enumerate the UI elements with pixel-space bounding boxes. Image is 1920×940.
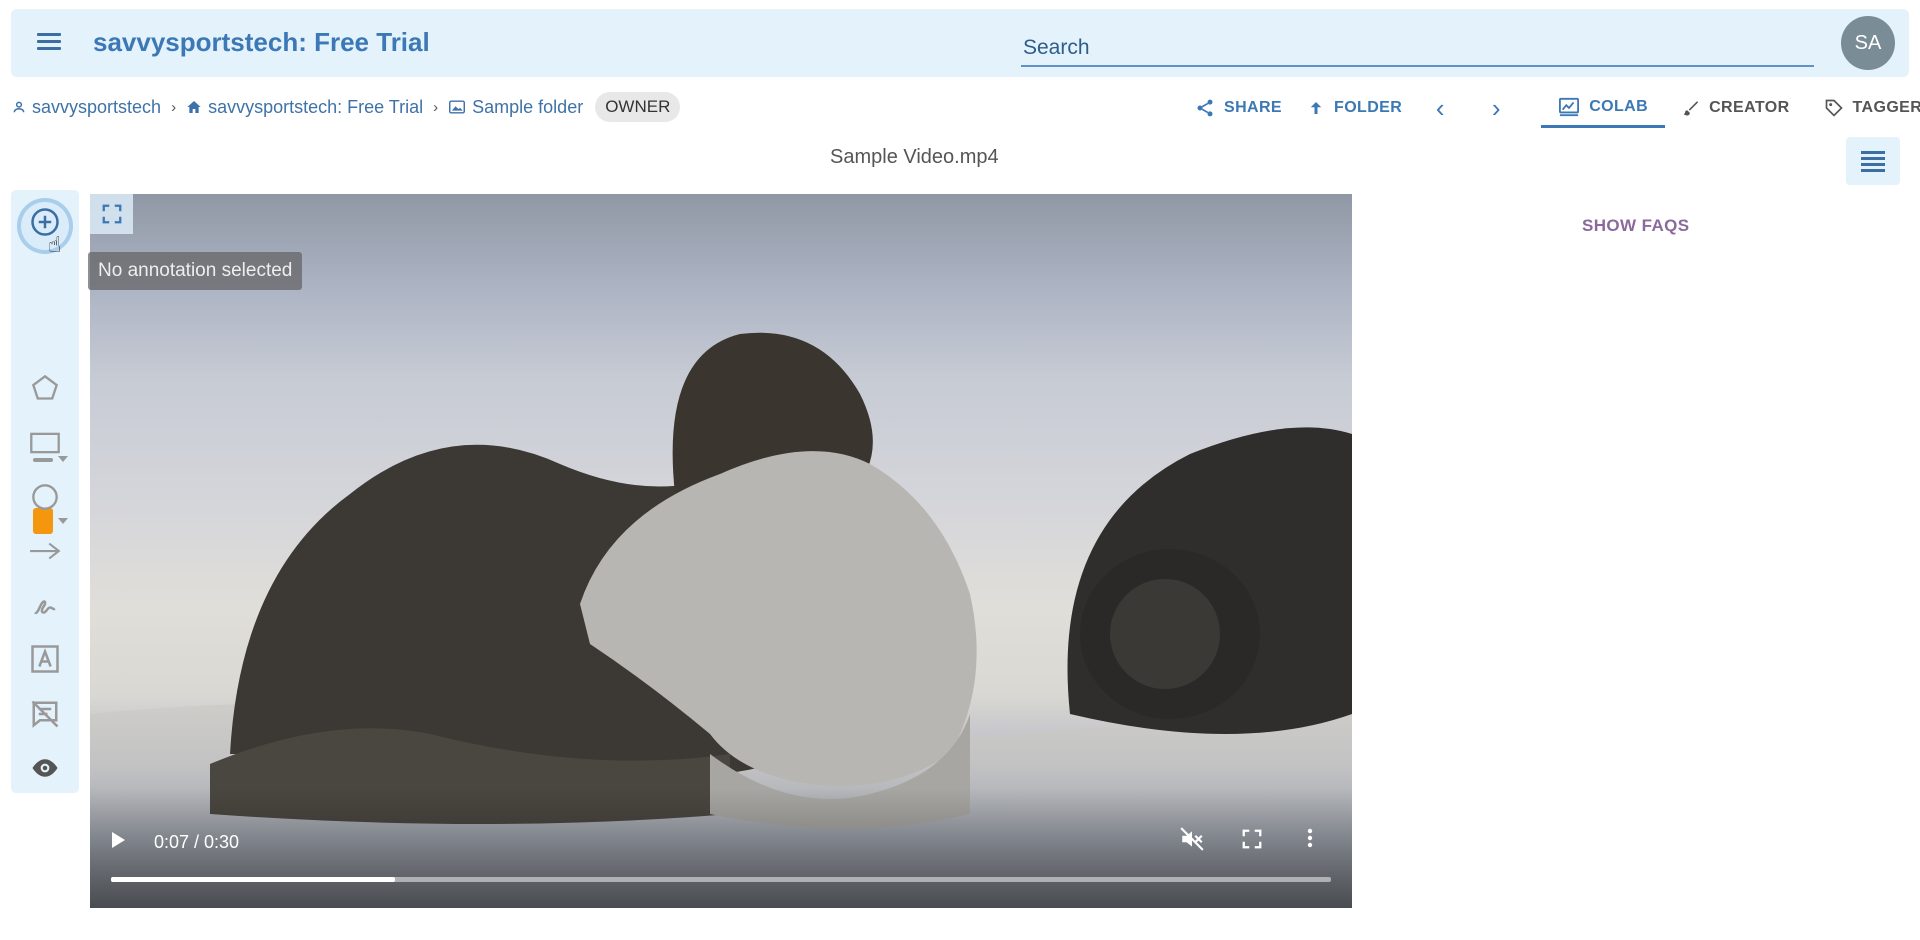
share-label: SHARE (1224, 99, 1283, 116)
prev-file-button[interactable]: ‹ (1427, 93, 1453, 124)
rectangle-icon (30, 432, 60, 454)
hamburger-menu-icon[interactable] (37, 29, 67, 57)
breadcrumb: savvysportstech › savvysportstech: Free … (12, 92, 681, 122)
arrow-tool[interactable] (28, 534, 62, 568)
share-icon (1197, 99, 1213, 117)
breadcrumb-item-folder[interactable]: Sample folder (448, 97, 583, 118)
tab-tagger[interactable]: TAGGER (1807, 88, 1920, 128)
owner-badge: OWNER (595, 92, 681, 122)
home-icon (187, 101, 201, 113)
file-title: Sample Video.mp4 (830, 146, 999, 168)
user-avatar[interactable]: SA (1841, 16, 1895, 70)
arrow-icon (30, 542, 61, 560)
tab-creator[interactable]: CREATOR (1665, 88, 1806, 128)
annotation-tooltip: No annotation selected (88, 252, 303, 290)
comment-off-icon (31, 700, 59, 728)
folder-image-icon (449, 100, 466, 114)
eye-icon (32, 759, 58, 777)
action-bar: SHARE FOLDER ‹ › COLAB CREATOR TAGGER (1195, 88, 1920, 128)
video-time: 0:07 / 0:30 (154, 832, 240, 852)
breadcrumb-item-account[interactable]: savvysportstech (12, 97, 161, 118)
mute-button[interactable] (1179, 826, 1205, 857)
hide-comments-tool[interactable] (28, 697, 62, 731)
person-icon (13, 101, 25, 113)
more-vert-icon (1307, 828, 1313, 848)
squiggle-icon (34, 600, 56, 615)
folder-label: FOLDER (1334, 99, 1403, 116)
list-view-toggle[interactable] (1846, 137, 1900, 185)
pentagon-icon (31, 374, 59, 400)
video-player[interactable]: 0:07 / 0:30 (90, 194, 1352, 908)
tab-label: CREATOR (1709, 99, 1790, 116)
share-button[interactable]: SHARE (1195, 98, 1282, 118)
show-faqs-button[interactable]: SHOW FAQS (1582, 216, 1690, 236)
volume-off-icon (1180, 827, 1204, 851)
text-tool[interactable] (28, 642, 62, 676)
breadcrumb-item-workspace[interactable]: savvysportstech: Free Trial (186, 97, 423, 118)
circle-tool[interactable] (28, 480, 62, 514)
annotation-toolbar (11, 190, 79, 793)
tab-label: TAGGER (1852, 99, 1920, 116)
visibility-toggle[interactable] (28, 751, 62, 785)
play-button[interactable] (112, 832, 125, 848)
breadcrumb-label: Sample folder (472, 96, 584, 117)
text-box-icon (31, 645, 59, 673)
fullscreen-icon (1242, 829, 1262, 849)
search-box (1021, 31, 1814, 67)
fullscreen-icon (102, 204, 121, 224)
tab-label: COLAB (1589, 97, 1649, 115)
circle-icon (32, 484, 58, 510)
breadcrumb-label: savvysportstech (32, 96, 162, 117)
tab-colab[interactable]: COLAB (1541, 88, 1666, 128)
breadcrumb-separator: › (171, 98, 177, 116)
video-progress-bar[interactable] (111, 877, 1331, 882)
polygon-tool[interactable] (28, 371, 62, 405)
video-progress-fill (111, 877, 396, 882)
rectangle-tool[interactable] (28, 426, 62, 460)
fullscreen-button[interactable] (1241, 828, 1263, 855)
brush-icon (1683, 101, 1699, 116)
search-input[interactable] (1021, 31, 1814, 65)
chevron-down-icon[interactable] (58, 518, 68, 524)
more-options-button[interactable] (1306, 826, 1314, 855)
expand-view-button[interactable] (90, 194, 133, 234)
app-title[interactable]: savvysportstech: Free Trial (93, 27, 430, 58)
top-app-bar: savvysportstech: Free Trial SA (11, 9, 1909, 77)
folder-up-button[interactable]: FOLDER (1307, 99, 1402, 117)
tag-icon (1825, 99, 1843, 117)
pointer-hand-icon: ☝ (48, 232, 62, 257)
next-file-button[interactable]: › (1483, 93, 1509, 124)
breadcrumb-label: savvysportstech: Free Trial (208, 96, 424, 117)
arrow-up-icon (1310, 102, 1322, 114)
breadcrumb-separator: › (433, 98, 439, 116)
draw-icon (1559, 97, 1580, 116)
freehand-tool[interactable] (28, 588, 62, 622)
controls-overlay (90, 788, 1352, 908)
